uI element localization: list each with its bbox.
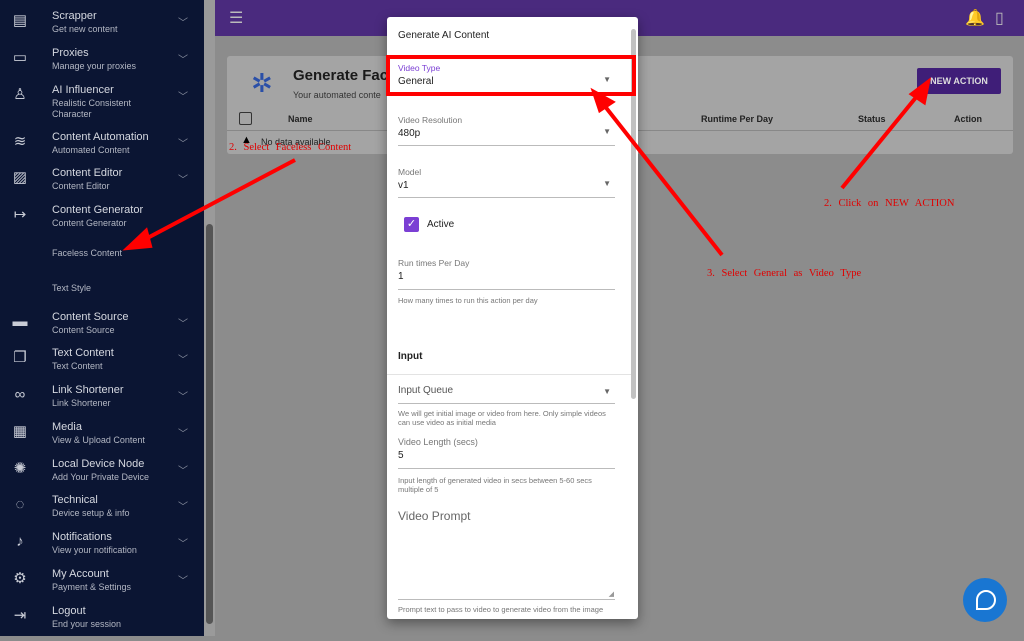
annotation-select-faceless: 2. Select Faceless Content [229, 142, 352, 153]
chat-button[interactable] [963, 578, 1007, 622]
annotation-new-action: 2. Click on NEW ACTION [824, 198, 955, 209]
annotation-arrows [122, 77, 931, 257]
annotation-video-type: 3. Select General as Video Type [707, 268, 862, 279]
